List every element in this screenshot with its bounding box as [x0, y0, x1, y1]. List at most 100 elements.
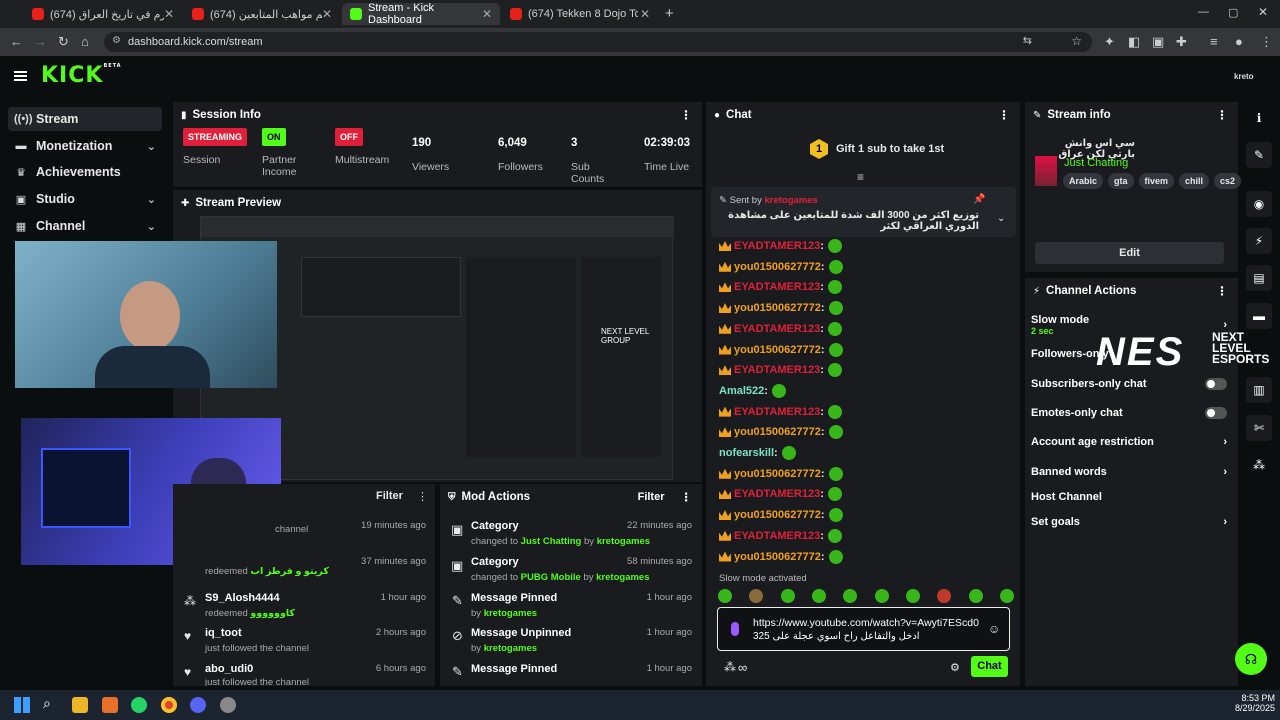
home-icon[interactable]: ⌂	[81, 34, 89, 49]
chat-username[interactable]: EYADTAMER123	[734, 281, 820, 293]
subscribers-only-item[interactable]: Subscribers-only chat	[1031, 378, 1227, 390]
document-icon[interactable]: ▤	[1246, 265, 1272, 291]
sidebar-item-achievements[interactable]: ♛ Achievements	[8, 160, 162, 184]
url-field[interactable]: ⚙ dashboard.kick.com/stream ⇆ ☆	[104, 32, 1092, 52]
clock[interactable]: 8:53 PM 8/29/2025	[1235, 693, 1275, 713]
chat-username[interactable]: you01500627772	[734, 302, 821, 314]
chat-message[interactable]: nofearskill:	[719, 445, 796, 461]
gift-sub-button[interactable]: Gift 1 sub to take 1st	[836, 143, 944, 155]
chat-username[interactable]: EYADTAMER123	[734, 364, 820, 376]
filter-button[interactable]: Filter	[638, 491, 665, 503]
pencil-icon[interactable]: ✎	[1246, 142, 1272, 168]
chat-username[interactable]: you01500627772	[734, 551, 821, 563]
kick-logo[interactable]: KICKBETA	[41, 63, 122, 88]
filter-icon[interactable]: ≡	[857, 170, 864, 184]
emote-icon[interactable]	[999, 589, 1014, 603]
forward-icon[interactable]: →	[34, 34, 47, 49]
profile-avatar-icon[interactable]: ●	[1235, 34, 1243, 49]
kebab-menu-icon[interactable]: ⋮	[681, 490, 693, 504]
emotes-only-toggle[interactable]	[1205, 407, 1227, 419]
maximize-button[interactable]: ▢	[1228, 6, 1238, 19]
windows-start-icon[interactable]	[14, 697, 30, 713]
emote-icon[interactable]	[874, 589, 889, 603]
emote-icon[interactable]	[968, 589, 983, 603]
chat-username[interactable]: EYADTAMER123	[734, 530, 820, 542]
bookmark-star-icon[interactable]: ☆	[1071, 34, 1082, 48]
kebab-menu-icon[interactable]: ⋮	[1216, 108, 1228, 122]
chat-message[interactable]: you01500627772:	[719, 507, 843, 523]
kebab-menu-icon[interactable]: ⋮	[998, 108, 1010, 122]
chat-message[interactable]: EYADTAMER123:	[719, 404, 842, 420]
chat-icon[interactable]: ▬	[1246, 303, 1272, 329]
chat-username[interactable]: EYADTAMER123	[734, 323, 820, 335]
chat-username[interactable]: EYADTAMER123	[734, 406, 820, 418]
support-headset-icon[interactable]: ☊	[1235, 643, 1267, 675]
kebab-menu-icon[interactable]: ⋮	[680, 108, 692, 122]
unpin-icon[interactable]: 📌	[973, 194, 985, 205]
apps-icon[interactable]: ⁂	[1246, 452, 1272, 478]
list-item[interactable]: iq_toot just followed the channel 2 hour…	[205, 627, 426, 654]
edit-stream-button[interactable]: Edit	[1035, 242, 1224, 264]
chat-message[interactable]: EYADTAMER123:	[719, 279, 842, 295]
chat-username[interactable]: Amal522	[719, 385, 764, 397]
send-chat-button[interactable]: Chat	[971, 656, 1008, 677]
kebab-menu-icon[interactable]: ⋮	[417, 490, 428, 503]
list-item[interactable]: channel 19 minutes ago	[205, 520, 426, 535]
emote-icon[interactable]	[937, 589, 952, 603]
close-icon[interactable]: ✕	[482, 7, 492, 21]
tag[interactable]: cs2	[1214, 173, 1242, 189]
tag[interactable]: chill	[1179, 173, 1210, 189]
filter-button[interactable]: Filter	[376, 490, 403, 502]
chat-message[interactable]: you01500627772:	[719, 259, 843, 275]
back-icon[interactable]: ←	[10, 34, 23, 49]
emote-icon[interactable]	[749, 589, 764, 603]
tag[interactable]: fivem	[1138, 173, 1175, 189]
sidebar-item-monetization[interactable]: ▬ Monetization ⌄	[8, 134, 162, 158]
list-item[interactable]: S9_Alosh4444 redeemed كاوووووو 1 hour ag…	[205, 592, 426, 619]
search-icon[interactable]: ⌕	[43, 695, 51, 712]
emote-icon[interactable]	[811, 589, 826, 603]
points-icon[interactable]: ⁂	[724, 660, 736, 674]
chat-username[interactable]: you01500627772	[734, 344, 821, 356]
emotes-only-item[interactable]: Emotes-only chat	[1031, 407, 1227, 419]
minimize-button[interactable]: —	[1198, 6, 1209, 18]
chat-username[interactable]: you01500627772	[734, 261, 821, 273]
chat-message[interactable]: EYADTAMER123:	[719, 238, 842, 254]
reload-icon[interactable]: ↻	[58, 34, 69, 50]
chat-username[interactable]: you01500627772	[734, 426, 821, 438]
chat-username[interactable]: nofearskill	[719, 447, 774, 459]
hamburger-menu-icon[interactable]	[14, 71, 27, 73]
list-item[interactable]: abo_udi0 just followed the channel 6 hou…	[205, 663, 426, 686]
chat-message[interactable]: you01500627772:	[719, 466, 843, 482]
sidebar-item-studio[interactable]: ▣ Studio ⌄	[8, 187, 162, 211]
list-item[interactable]: redeemed كريتو و فرطز اب 37 minutes ago	[205, 556, 426, 577]
chat-message[interactable]: you01500627772:	[719, 300, 843, 316]
host-channel-item[interactable]: Host Channel	[1031, 491, 1227, 503]
whatsapp-icon[interactable]	[131, 697, 147, 713]
chat-username[interactable]: EYADTAMER123	[734, 240, 820, 252]
layout-icon[interactable]: ▥	[1246, 377, 1272, 403]
kebab-menu-icon[interactable]: ⋮	[1216, 284, 1228, 298]
file-explorer-icon[interactable]	[72, 697, 88, 713]
chat-message[interactable]: you01500627772:	[719, 342, 843, 358]
chat-message[interactable]: EYADTAMER123:	[719, 362, 842, 378]
chat-username[interactable]: you01500627772	[734, 509, 821, 521]
set-goals-item[interactable]: Set goals ›	[1031, 516, 1227, 528]
mod-row[interactable]: Message Pinned 1 hour ago	[471, 663, 692, 675]
browser-tab-4[interactable]: (674) Tekken 8 Dojo Tourna ✕	[502, 3, 658, 25]
discord-icon[interactable]	[190, 697, 206, 713]
gear-icon[interactable]: ⚙	[950, 661, 960, 674]
account-age-item[interactable]: Account age restriction ›	[1031, 436, 1227, 448]
emote-icon[interactable]	[843, 589, 858, 603]
mod-row[interactable]: Message Pinned by kretogames 1 hour ago	[471, 592, 692, 619]
close-icon[interactable]: ✕	[322, 7, 332, 21]
chat-message[interactable]: EYADTAMER123:	[719, 528, 842, 544]
browser-tab-1[interactable]: (674) اخطر مجرم في تاريخ العراق ✕	[24, 3, 182, 25]
tag[interactable]: Arabic	[1063, 173, 1104, 189]
wrench-icon[interactable]: ✄	[1246, 415, 1272, 441]
category-link[interactable]: Just Chatting	[1064, 157, 1128, 169]
site-info-icon[interactable]: ⚙	[112, 35, 121, 46]
chat-message[interactable]: Amal522:	[719, 383, 786, 399]
emote-icon[interactable]	[718, 589, 732, 603]
bolt-icon[interactable]: ⚡	[1246, 228, 1272, 254]
